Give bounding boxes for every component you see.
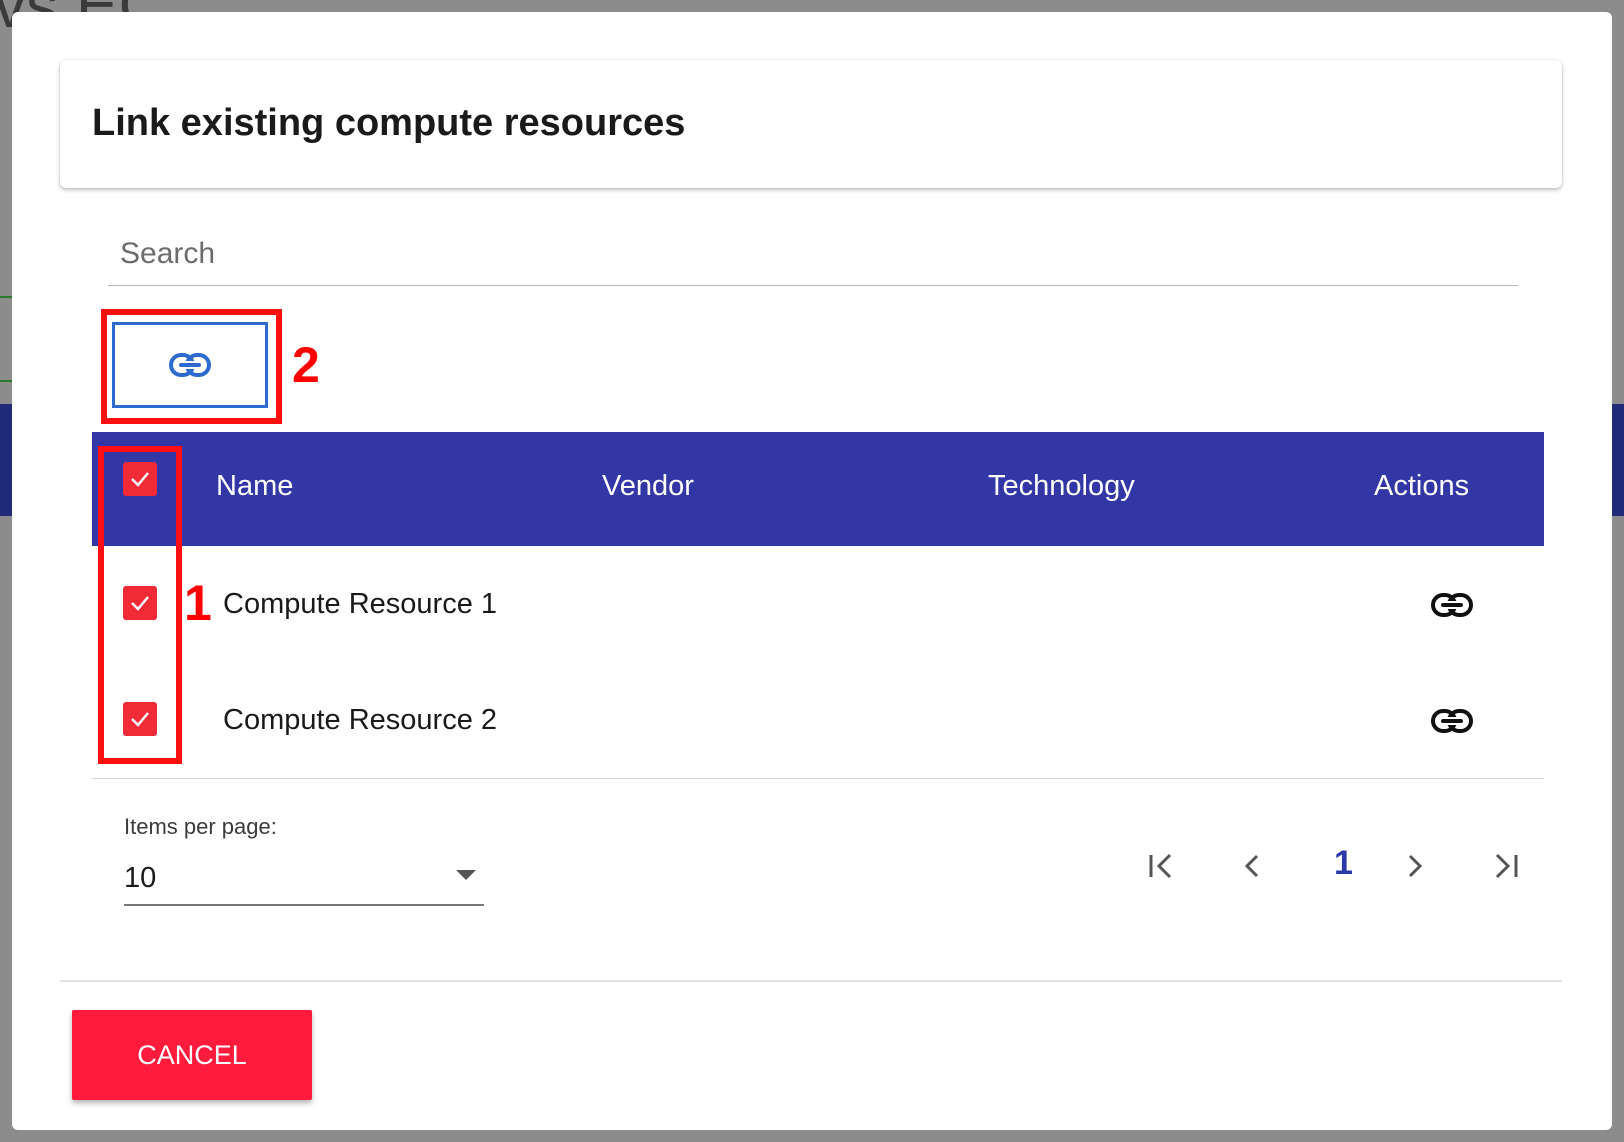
items-per-page-value: 10 xyxy=(124,862,157,894)
first-page-button[interactable] xyxy=(1141,846,1181,886)
prev-page-button[interactable] xyxy=(1232,846,1272,886)
background-line xyxy=(0,296,12,298)
prev-page-icon xyxy=(1244,854,1259,878)
next-page-button[interactable] xyxy=(1395,846,1435,886)
table-row[interactable]: Compute Resource 1 xyxy=(92,546,1544,663)
table-row[interactable]: Compute Resource 2 xyxy=(92,662,1544,779)
table-header: Name Vendor Technology Actions xyxy=(92,432,1544,546)
current-page[interactable]: 1 xyxy=(1334,844,1353,883)
link-icon xyxy=(1431,709,1473,733)
link-resources-dialog: Link existing compute resources Name Ven… xyxy=(12,12,1612,1130)
last-page-button[interactable] xyxy=(1486,846,1526,886)
dropdown-caret-icon xyxy=(456,870,476,880)
footer-divider xyxy=(60,980,1562,982)
annotation-label-1: 1 xyxy=(184,575,212,631)
annotation-highlight-1 xyxy=(98,446,182,764)
items-per-page-label: Items per page: xyxy=(124,814,277,839)
background-line xyxy=(0,380,12,382)
dialog-title-card: Link existing compute resources xyxy=(60,60,1562,188)
row-link-action[interactable] xyxy=(1430,592,1474,623)
cell-name: Compute Resource 1 xyxy=(223,588,498,620)
column-header-vendor[interactable]: Vendor xyxy=(602,470,694,503)
row-link-action[interactable] xyxy=(1430,708,1474,739)
link-icon xyxy=(1431,593,1473,617)
first-page-icon xyxy=(1149,853,1172,879)
annotation-label-2: 2 xyxy=(292,337,320,393)
cell-name: Compute Resource 2 xyxy=(223,704,498,736)
dialog-title: Link existing compute resources xyxy=(92,102,686,144)
cancel-button[interactable]: CANCEL xyxy=(72,1010,312,1100)
annotation-highlight-2 xyxy=(101,309,282,424)
next-page-icon xyxy=(1408,854,1423,878)
column-header-technology[interactable]: Technology xyxy=(988,470,1135,503)
items-per-page-select[interactable]: 10 xyxy=(124,846,484,906)
column-header-name[interactable]: Name xyxy=(216,470,293,503)
last-page-icon xyxy=(1495,853,1518,879)
column-header-actions: Actions xyxy=(1374,470,1470,502)
search-input[interactable] xyxy=(108,232,1518,286)
